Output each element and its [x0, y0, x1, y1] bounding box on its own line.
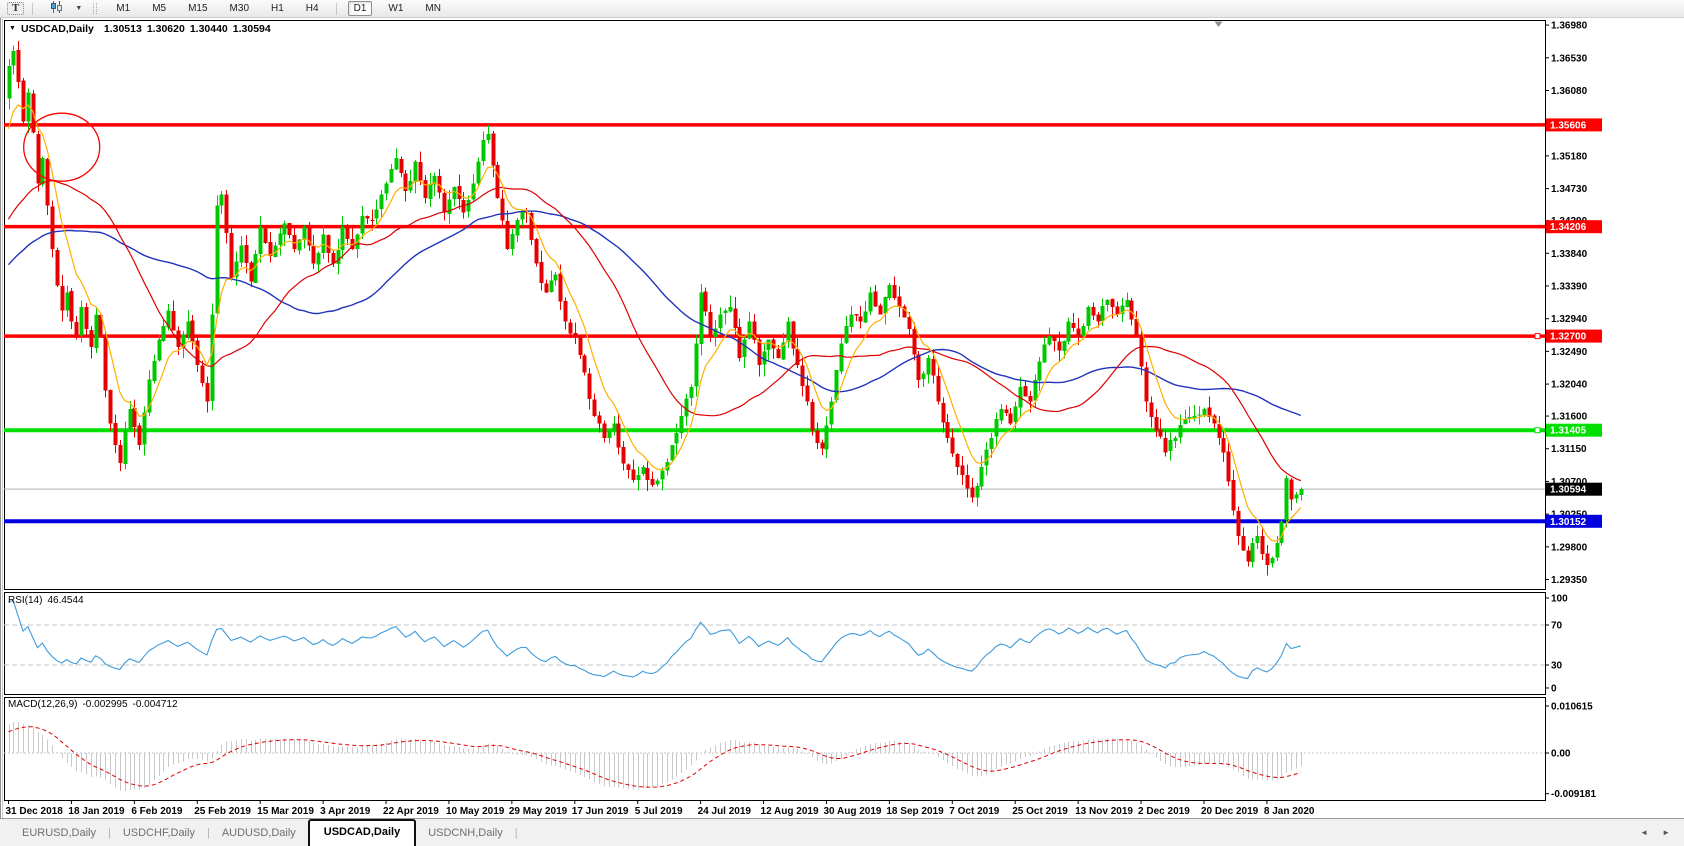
svg-text:18 Sep 2019: 18 Sep 2019	[886, 806, 944, 817]
svg-text:30: 30	[1551, 661, 1563, 672]
rsi-label: RSI(14) 46.4544	[8, 595, 89, 606]
macd-signal-value: -0.004712	[133, 699, 178, 710]
candlestick-style-icon[interactable]	[44, 0, 69, 18]
svg-text:3 Apr 2019: 3 Apr 2019	[320, 806, 371, 817]
macd-value: -0.002995	[82, 699, 127, 710]
svg-text:70: 70	[1551, 621, 1563, 632]
ohlc-high: 1.30620	[147, 23, 185, 35]
tab-scroll-arrows: ◄ ►	[1640, 828, 1684, 846]
svg-text:1.32700: 1.32700	[1550, 332, 1587, 343]
toolbar-grip[interactable]	[93, 3, 97, 14]
svg-text:7 Oct 2019: 7 Oct 2019	[949, 806, 999, 817]
svg-text:0: 0	[1551, 684, 1557, 695]
svg-text:12 Aug 2019: 12 Aug 2019	[761, 806, 819, 817]
price-badge: 1.34206	[1546, 220, 1602, 233]
svg-text:1.31600: 1.31600	[1551, 412, 1588, 423]
svg-text:31 Dec 2018: 31 Dec 2018	[6, 806, 64, 817]
price-badge: 1.30152	[1546, 515, 1602, 528]
svg-text:1.36530: 1.36530	[1551, 53, 1588, 64]
svg-text:25 Oct 2019: 25 Oct 2019	[1012, 806, 1068, 817]
svg-text:100: 100	[1551, 594, 1568, 605]
svg-text:1.33840: 1.33840	[1551, 249, 1588, 260]
svg-text:1.33390: 1.33390	[1551, 281, 1588, 292]
timeframe-mn[interactable]: MN	[419, 1, 447, 16]
svg-text:29 May 2019: 29 May 2019	[509, 806, 568, 817]
tab-usdcad[interactable]: USDCAD,Daily	[308, 819, 416, 846]
svg-text:1.29350: 1.29350	[1551, 575, 1588, 586]
macd-label: MACD(12,26,9) -0.002995 -0.004712	[8, 699, 183, 710]
chart-canvas[interactable]: 1.369801.365301.360801.356301.351801.347…	[0, 0, 1684, 818]
tabs-scroll-left-icon[interactable]: ◄	[1640, 828, 1648, 837]
text-tool-button[interactable]: T	[7, 2, 24, 15]
svg-text:25 Feb 2019: 25 Feb 2019	[194, 806, 251, 817]
rsi-value: 46.4544	[47, 595, 83, 606]
symbol-period: USDCAD,Daily	[21, 23, 94, 35]
price-badge: 1.31405	[1546, 424, 1602, 437]
svg-text:0.00: 0.00	[1551, 749, 1571, 760]
toolbar-separator	[32, 3, 33, 15]
main-price-panel[interactable]	[5, 21, 1546, 590]
tab-bar: EURUSD,Daily|USDCHF,Daily|AUDUSD,DailyUS…	[0, 818, 1684, 846]
timeframe-h1[interactable]: H1	[265, 1, 290, 16]
svg-text:0.010615: 0.010615	[1551, 701, 1593, 712]
toolbar: T ▼ M1 M5 M15 M30 H1 H4 D1 W1 MN	[0, 0, 1684, 18]
price-badge: 1.32700	[1546, 330, 1602, 343]
ohlc-low: 1.30440	[190, 23, 228, 35]
ohlc-open: 1.30513	[104, 23, 142, 35]
price-badge: 1.30594	[1546, 483, 1602, 496]
ohlc-close: 1.30594	[233, 23, 271, 35]
svg-text:1.35180: 1.35180	[1551, 151, 1588, 162]
svg-text:30 Aug 2019: 30 Aug 2019	[823, 806, 881, 817]
svg-text:-0.009181: -0.009181	[1551, 789, 1596, 800]
svg-text:17 Jun 2019: 17 Jun 2019	[572, 806, 629, 817]
chart-title: ▼ USDCAD,Daily 1.30513 1.30620 1.30440 1.3059…	[9, 23, 276, 35]
svg-text:13 Nov 2019: 13 Nov 2019	[1075, 806, 1133, 817]
svg-text:24 Jul 2019: 24 Jul 2019	[698, 806, 752, 817]
timeframe-m15[interactable]: M15	[182, 1, 213, 16]
tab-usdcnh[interactable]: USDCNH,Daily	[416, 822, 515, 846]
svg-text:1.32940: 1.32940	[1551, 314, 1588, 325]
rsi-name: RSI(14)	[8, 595, 42, 606]
svg-text:1.31405: 1.31405	[1550, 426, 1587, 437]
svg-text:1.34206: 1.34206	[1550, 222, 1587, 233]
chevron-down-icon[interactable]: ▼	[75, 5, 82, 12]
svg-text:1.29800: 1.29800	[1551, 542, 1588, 553]
svg-text:10 May 2019: 10 May 2019	[446, 806, 505, 817]
timeframe-w1[interactable]: W1	[382, 1, 409, 16]
macd-name: MACD(12,26,9)	[8, 699, 77, 710]
svg-text:1.36980: 1.36980	[1551, 21, 1588, 32]
svg-text:1.32040: 1.32040	[1551, 380, 1588, 391]
svg-text:1.31150: 1.31150	[1551, 444, 1587, 455]
svg-text:22 Apr 2019: 22 Apr 2019	[383, 806, 439, 817]
tab-usdchf[interactable]: USDCHF,Daily	[111, 822, 207, 846]
tab-separator: |	[515, 822, 518, 846]
timeframe-buttons: M1 M5 M15 M30 H1 H4 D1 W1 MN	[105, 1, 452, 16]
svg-text:1.30152: 1.30152	[1550, 517, 1587, 528]
chart-collapse-icon[interactable]: ▼	[9, 25, 16, 32]
svg-text:5 Jul 2019: 5 Jul 2019	[635, 806, 683, 817]
timeframe-m1[interactable]: M1	[110, 1, 136, 16]
timeframe-m30[interactable]: M30	[224, 1, 255, 16]
timeframe-d1[interactable]: D1	[348, 1, 373, 16]
svg-text:2 Dec 2019: 2 Dec 2019	[1138, 806, 1190, 817]
svg-text:18 Jan 2019: 18 Jan 2019	[68, 806, 125, 817]
chart-tabs: EURUSD,Daily|USDCHF,Daily|AUDUSD,DailyUS…	[0, 819, 518, 846]
svg-text:6 Feb 2019: 6 Feb 2019	[131, 806, 183, 817]
svg-text:1.36080: 1.36080	[1551, 86, 1588, 97]
svg-text:15 Mar 2019: 15 Mar 2019	[257, 806, 314, 817]
tab-audusd[interactable]: AUDUSD,Daily	[210, 822, 308, 846]
svg-text:1.32490: 1.32490	[1551, 347, 1588, 358]
svg-text:1.34730: 1.34730	[1551, 184, 1588, 195]
svg-text:8 Jan 2020: 8 Jan 2020	[1264, 806, 1315, 817]
timeframe-m5[interactable]: M5	[146, 1, 172, 16]
candlestick-glyph	[50, 1, 63, 13]
svg-text:1.30594: 1.30594	[1550, 485, 1587, 496]
price-badge: 1.35606	[1546, 118, 1602, 131]
tab-eurusd[interactable]: EURUSD,Daily	[10, 822, 108, 846]
timeframe-h4[interactable]: H4	[300, 1, 325, 16]
tabs-scroll-right-icon[interactable]: ►	[1662, 828, 1670, 837]
toolbar-separator	[336, 3, 337, 15]
svg-text:1.35606: 1.35606	[1550, 120, 1587, 131]
svg-text:20 Dec 2019: 20 Dec 2019	[1201, 806, 1259, 817]
